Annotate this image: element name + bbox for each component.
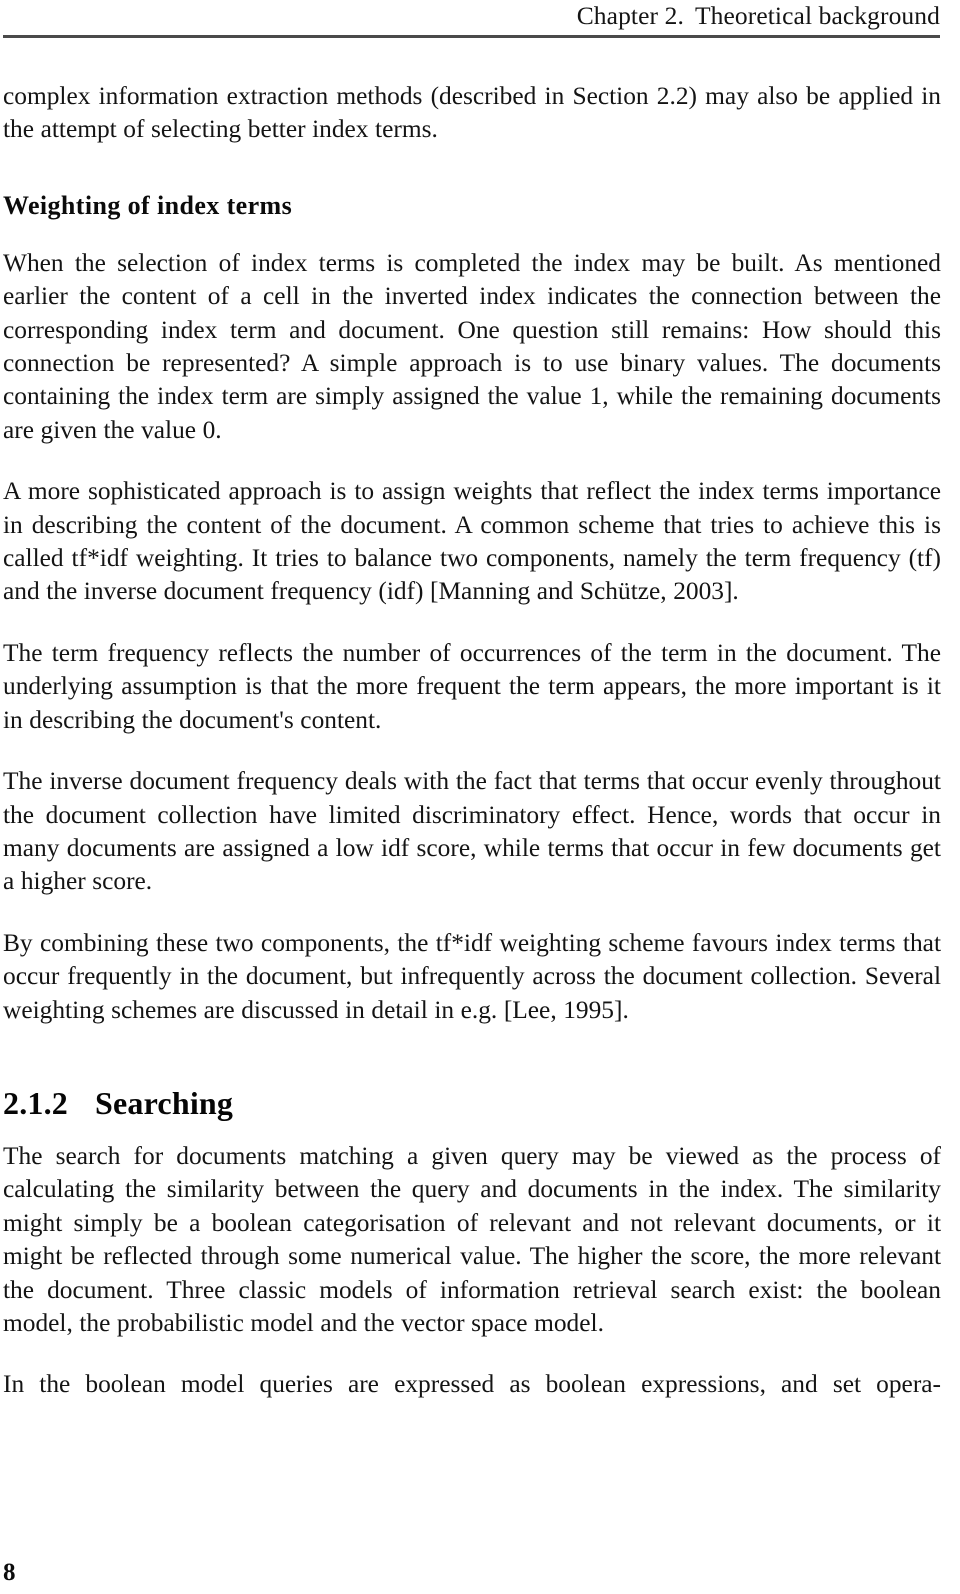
header-rule-divider xyxy=(3,35,940,38)
document-page: Chapter 2. Theoretical background complex… xyxy=(0,0,960,1594)
paragraph-boolean-model: In the boolean model queries are express… xyxy=(3,1370,941,1399)
running-head-title: Theoretical background xyxy=(694,1,940,30)
paragraph-continued: complex information extraction methods (… xyxy=(3,82,941,144)
subsection-weighting-of-index-terms: Weighting of index terms When the select… xyxy=(3,189,941,1027)
subsection-heading: Weighting of index terms xyxy=(3,190,293,220)
paragraph-tfidf-combination: By combining these two components, the t… xyxy=(3,928,941,1024)
section-number: 2.1.2 xyxy=(3,1084,68,1121)
paragraph-tfidf-intro: A more sophisticated approach is to assi… xyxy=(3,477,941,606)
section-heading: 2.1.2 Searching xyxy=(3,1083,941,1123)
running-head: Chapter 2. Theoretical background xyxy=(3,0,940,32)
section-searching: 2.1.2 Searching The search for documents … xyxy=(3,1083,941,1402)
paragraph-term-frequency: The term frequency reflects the number o… xyxy=(3,638,941,734)
paragraph-inverse-document-frequency: The inverse document frequency deals wit… xyxy=(3,767,941,896)
paragraph-search-similarity: The search for documents matching a give… xyxy=(3,1141,941,1337)
paragraph-binary-weights: When the selection of index terms is com… xyxy=(3,248,941,444)
body-text-column: complex information extraction methods (… xyxy=(3,80,941,1402)
page-number-folio: 8 xyxy=(3,1559,16,1586)
running-head-chapter: Chapter 2. xyxy=(576,1,684,30)
section-title: Searching xyxy=(95,1084,234,1121)
